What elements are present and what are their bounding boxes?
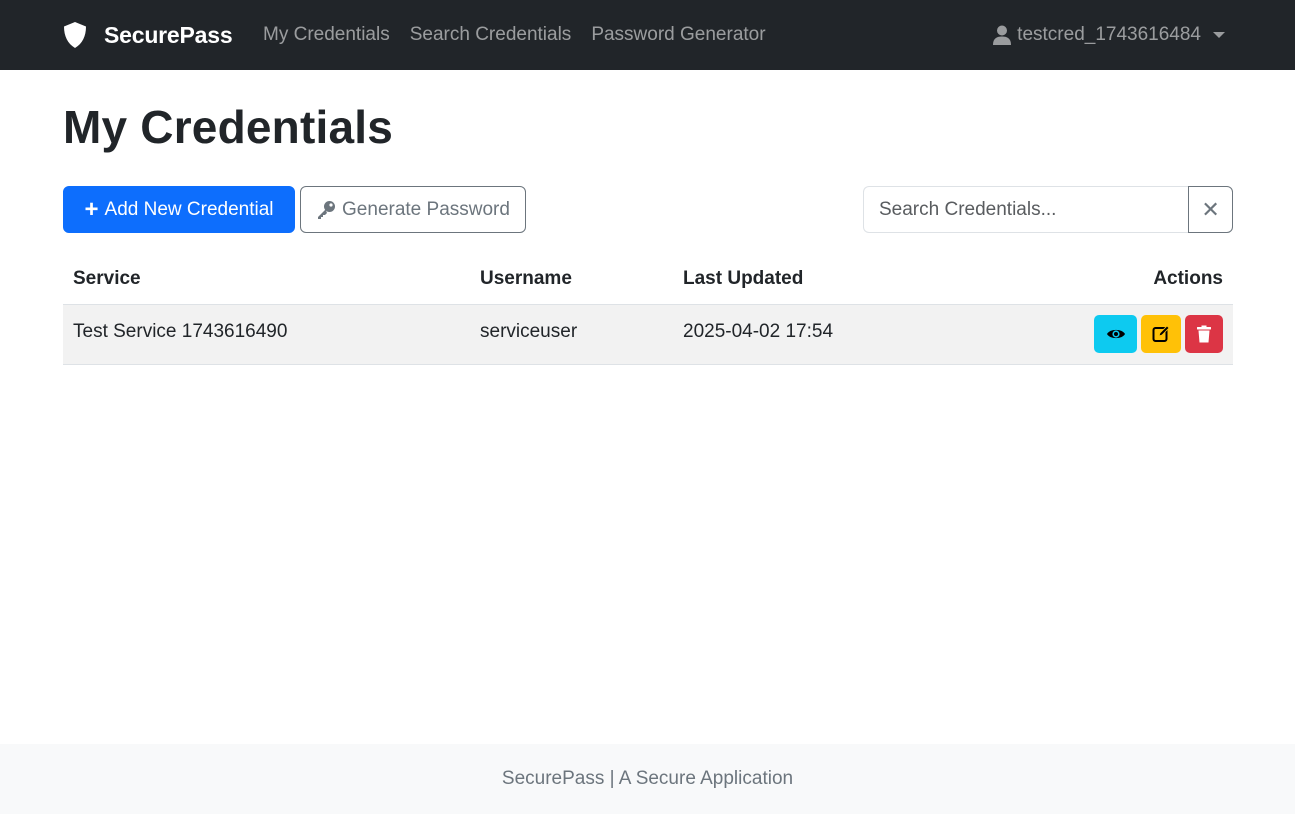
search-group: ✕ [863, 186, 1233, 233]
username-label: testcred_1743616484 [1017, 24, 1201, 45]
header-service: Service [63, 255, 470, 305]
shield-icon [64, 22, 86, 48]
brand-name: SecurePass [104, 21, 233, 48]
cell-service: Test Service 1743616490 [63, 304, 470, 365]
add-credential-button[interactable]: + Add New Credential [63, 186, 295, 233]
generate-password-button[interactable]: Generate Password [300, 186, 526, 233]
cell-last-updated: 2025-04-02 17:54 [673, 304, 973, 365]
footer-text: SecurePass | A Secure Application [501, 768, 794, 789]
edit-icon [1152, 324, 1170, 342]
nav-links: My Credentials Search Credentials Passwo… [263, 0, 786, 70]
clear-search-button[interactable]: ✕ [1188, 186, 1233, 233]
header-username: Username [470, 255, 673, 305]
plus-icon: + [84, 195, 99, 223]
navbar: SecurePass My Credentials Search Credent… [0, 0, 1295, 70]
cell-actions [973, 304, 1233, 365]
user-dropdown[interactable]: testcred_1743616484 [993, 0, 1225, 70]
generate-password-label: Generate Password [342, 198, 510, 220]
key-icon [318, 200, 336, 219]
page-title: My Credentials [63, 101, 394, 153]
eye-icon [1106, 329, 1125, 338]
trash-icon [1197, 325, 1211, 342]
nav-search-credentials[interactable]: Search Credentials [410, 24, 572, 46]
search-input[interactable] [863, 186, 1189, 233]
chevron-down-icon [1213, 32, 1225, 38]
credentials-table: Service Username Last Updated Actions Te… [63, 255, 1233, 365]
close-icon: ✕ [1201, 196, 1220, 222]
header-actions: Actions [973, 255, 1233, 305]
table-row: Test Service 1743616490 serviceuser 2025… [63, 304, 1233, 365]
delete-button[interactable] [1185, 314, 1223, 353]
brand-link[interactable]: SecurePass [62, 0, 233, 70]
nav-my-credentials[interactable]: My Credentials [263, 24, 390, 46]
header-last-updated: Last Updated [673, 255, 973, 305]
footer: SecurePass | A Secure Application [0, 744, 1295, 814]
edit-button[interactable] [1141, 314, 1181, 353]
view-button[interactable] [1094, 314, 1137, 353]
user-icon [993, 25, 1012, 45]
nav-password-generator[interactable]: Password Generator [591, 24, 765, 46]
add-credential-label: Add New Credential [104, 198, 274, 220]
table-header-row: Service Username Last Updated Actions [63, 255, 1233, 305]
cell-username: serviceuser [470, 304, 673, 365]
